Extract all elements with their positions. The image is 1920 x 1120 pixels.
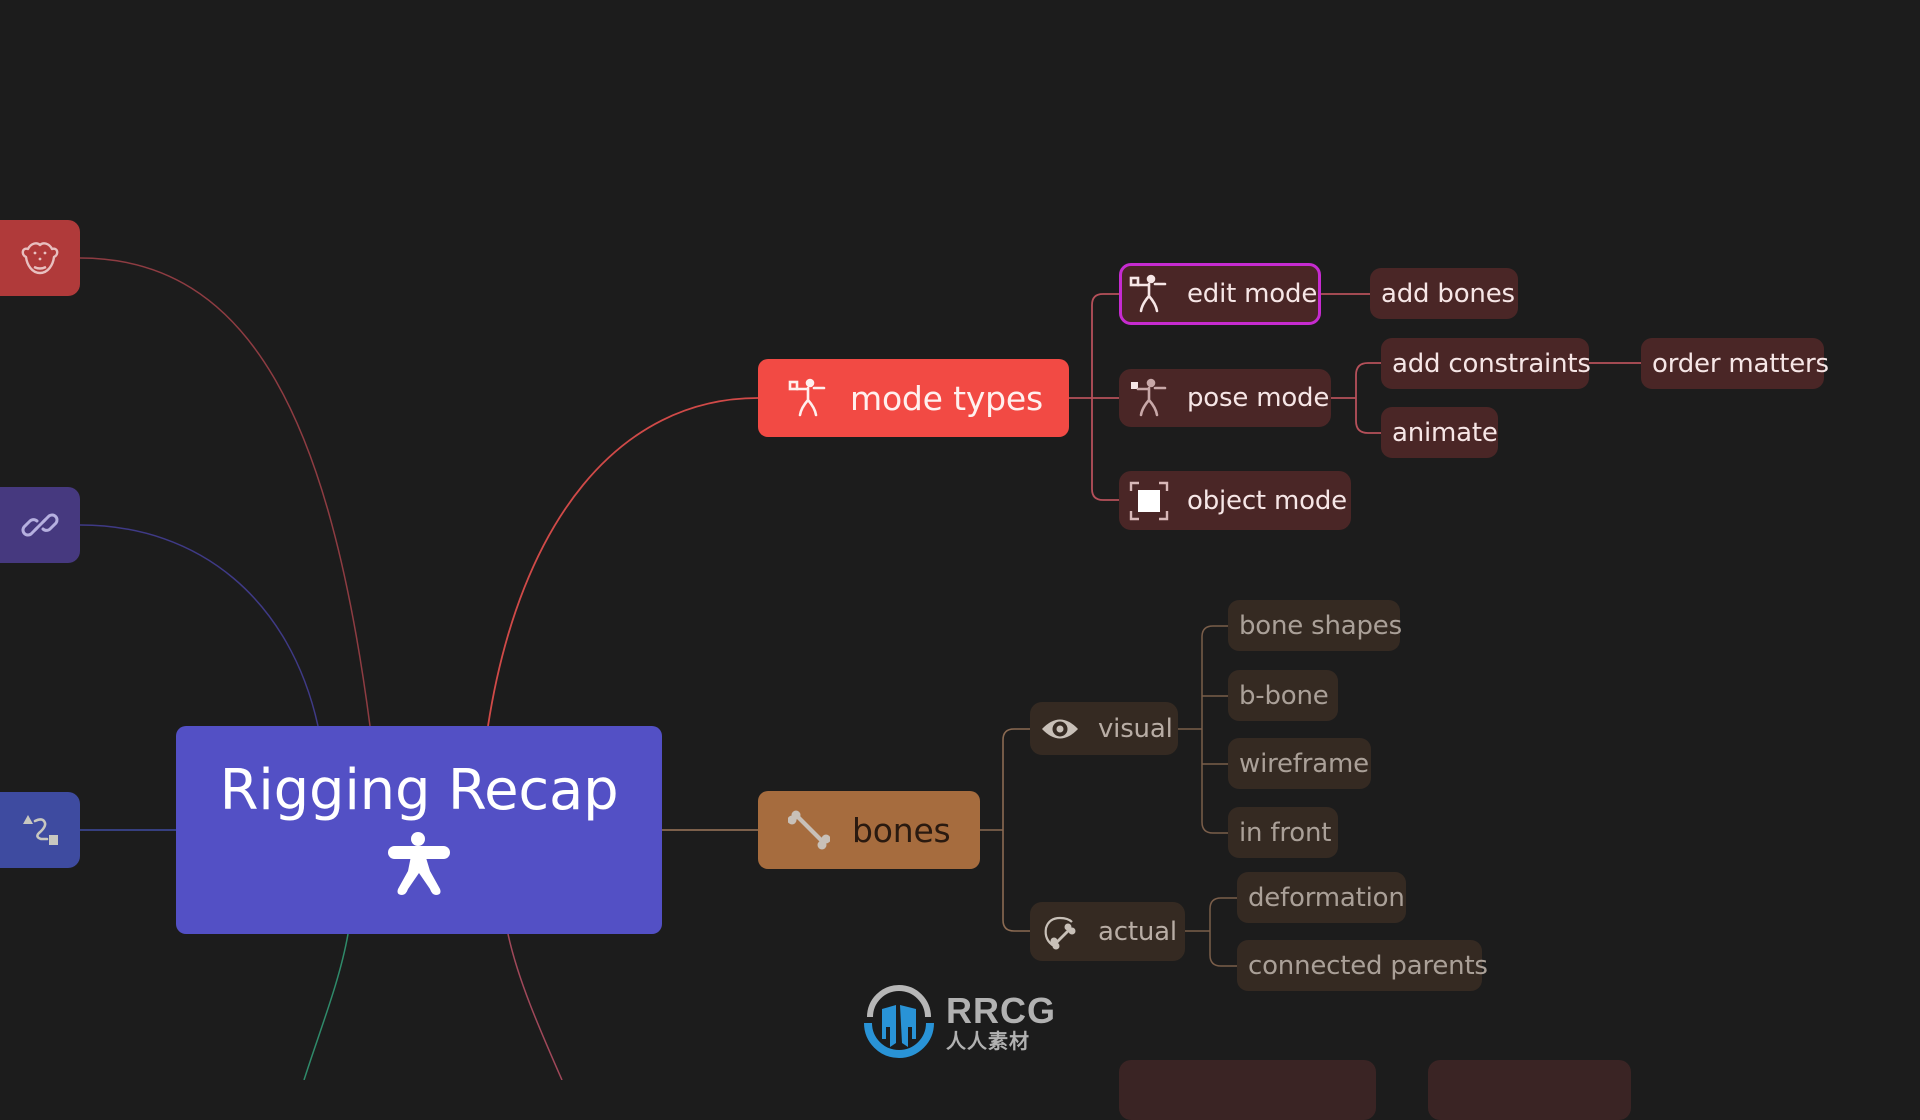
partial-node-offscreen[interactable] [1428,1060,1631,1120]
armature-figure-icon [788,378,828,418]
link-icon [19,504,61,546]
edit-mode-label: edit mode [1187,279,1318,309]
pose-mode-node[interactable]: pose mode [1119,369,1331,427]
add-bones-label: add bones [1381,278,1515,309]
object-select-icon [1129,481,1169,521]
side-node-monkey[interactable] [0,220,80,296]
bone-icon [788,809,830,851]
bones-label: bones [852,810,951,850]
add-constraints-label: add constraints [1392,348,1591,379]
root-title: Rigging Recap [219,757,619,823]
bone-shapes-node[interactable]: bone shapes [1228,600,1402,651]
connected-parents-node[interactable]: connected parents [1237,940,1488,991]
watermark: RRCG 人人素材 [860,983,1056,1061]
connector-root-to-mode-types [487,397,759,727]
actual-node[interactable]: actual [1030,902,1185,961]
connector-root-to-side-purple [79,524,319,727]
order-matters-node[interactable]: order matters [1641,338,1829,389]
side-node-link[interactable] [0,487,80,563]
order-matters-label: order matters [1652,348,1829,379]
connector-root-to-bottom-red [507,933,563,1080]
bone-shapes-label: bone shapes [1239,610,1402,641]
visual-node[interactable]: visual [1030,702,1178,755]
deformation-label: deformation [1248,882,1405,913]
monkey-head-icon [19,239,61,277]
connector-root-to-bottom-green [303,933,349,1080]
wireframe-label: wireframe [1239,748,1369,779]
connected-parents-label: connected parents [1248,950,1488,981]
add-constraints-node[interactable]: add constraints [1381,338,1591,389]
animate-node[interactable]: animate [1381,407,1498,458]
object-mode-node[interactable]: object mode [1119,471,1351,530]
connector-visual-children [1178,625,1228,834]
watermark-title: RRCG [946,990,1056,1031]
connector-mode-types-children [1069,293,1119,501]
armature-edit-icon [1129,274,1169,314]
side-node-constraint[interactable] [0,792,80,868]
b-bone-label: b-bone [1239,680,1329,711]
wireframe-node[interactable]: wireframe [1228,738,1371,789]
mode-types-label: mode types [850,378,1043,418]
rig-figure-icon [384,831,454,897]
edit-mode-node[interactable]: edit mode [1119,263,1321,325]
root-node[interactable]: Rigging Recap [176,726,662,934]
constraint-icon [19,809,61,851]
object-mode-label: object mode [1187,485,1347,516]
connector-actual-children [1185,897,1237,967]
armature-pose-icon [1129,378,1169,418]
rrcg-logo-icon [860,983,938,1061]
watermark-subtitle: 人人素材 [946,1029,1030,1053]
in-front-node[interactable]: in front [1228,807,1338,858]
connector-bones-children [980,728,1030,932]
partial-node-offscreen[interactable] [1119,1060,1376,1120]
bone-deform-icon [1040,912,1080,952]
pose-mode-label: pose mode [1187,383,1330,413]
animate-label: animate [1392,417,1498,448]
connector-pose-children [1331,362,1381,434]
b-bone-node[interactable]: b-bone [1228,670,1338,721]
add-bones-node[interactable]: add bones [1370,268,1518,319]
eye-icon [1040,716,1080,742]
actual-label: actual [1098,916,1177,947]
in-front-label: in front [1239,817,1332,848]
mode-types-node[interactable]: mode types [758,359,1069,437]
bones-node[interactable]: bones [758,791,980,869]
visual-label: visual [1098,713,1173,744]
connector-root-to-side-red [79,257,371,727]
deformation-node[interactable]: deformation [1237,872,1406,923]
